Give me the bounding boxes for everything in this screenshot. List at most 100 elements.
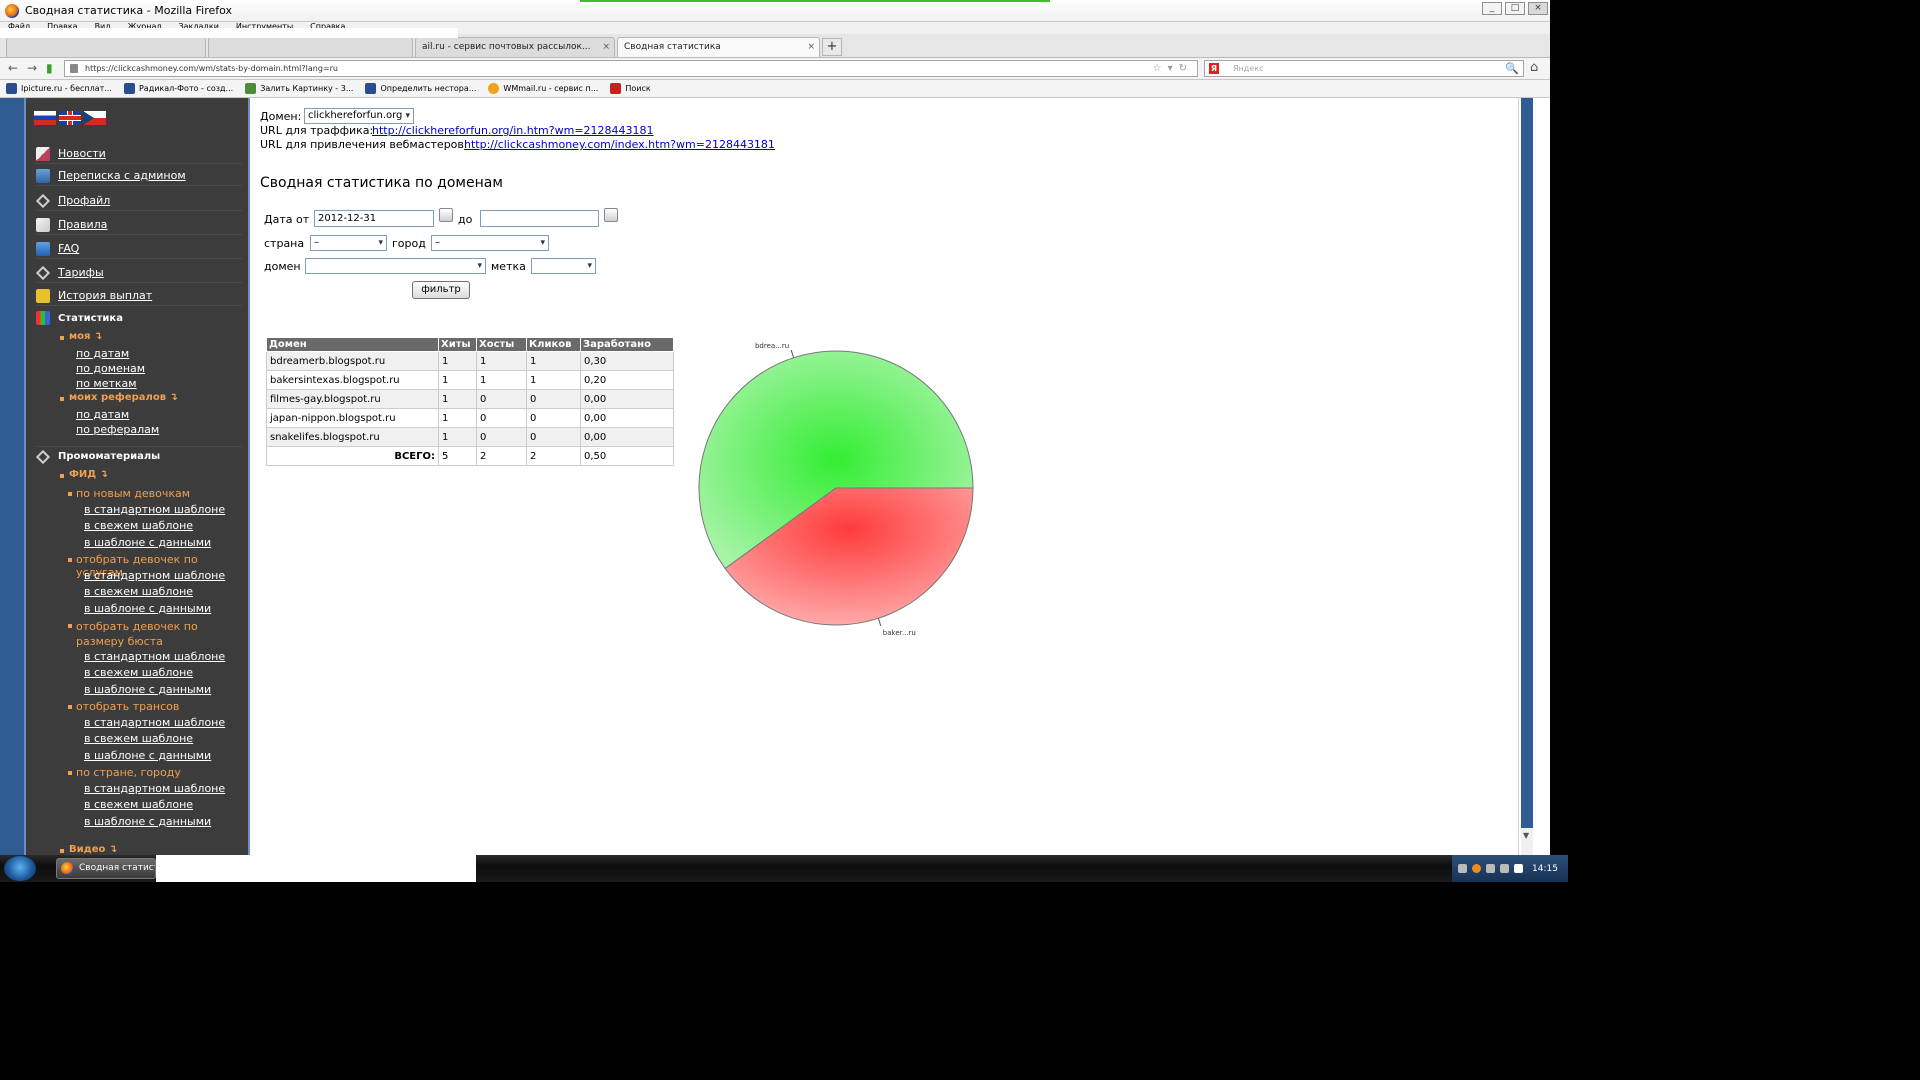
sidebar-link[interactable]: FAQ [58,242,79,255]
tab-2[interactable] [208,37,413,57]
total-label: ВСЕГО: [266,446,439,466]
template-data-link[interactable]: в шаблоне с данными [84,536,211,549]
sidebar-link[interactable]: Профайл [58,194,110,207]
sidebar-item-payout-history[interactable]: История выплат [36,286,242,306]
search-input[interactable]: Я Яндекс 🔍 [1204,60,1524,77]
close-button[interactable]: × [1528,2,1548,15]
bookmark-item[interactable]: WMmail.ru - сервис п... [488,83,598,94]
scroll-down-icon[interactable]: ▼ [1523,831,1529,840]
template-fresh-link[interactable]: в свежем шаблоне [84,732,193,745]
my-by-dates-link[interactable]: по датам [76,347,129,360]
sidebar-item-profile[interactable]: Профайл [35,191,242,211]
bookmark-item[interactable]: Поиск [610,83,651,94]
taskbar-firefox-item[interactable]: Сводная статистика [56,858,156,879]
tab-close-icon[interactable]: × [602,38,610,57]
vk-icon[interactable] [1514,864,1523,873]
stats-my[interactable]: моя ↴ [69,331,102,342]
date-from-input[interactable]: 2012-12-31 [314,210,434,227]
template-standard-link[interactable]: в стандартном шаблоне [84,782,225,795]
template-standard-link[interactable]: в стандартном шаблоне [84,569,225,582]
network-icon[interactable] [1458,864,1467,873]
forward-arrow-icon[interactable]: → [27,61,37,75]
sidebar-link[interactable]: Правила [58,218,107,231]
template-standard-link[interactable]: в стандартном шаблоне [84,650,225,663]
city-select[interactable]: – [431,235,549,251]
template-standard-link[interactable]: в стандартном шаблоне [84,716,225,729]
calendar-icon[interactable] [439,208,453,222]
header-domain[interactable]: Домен [266,337,439,352]
tab-close-icon[interactable]: × [807,38,815,57]
flag-cz-icon[interactable] [84,111,106,125]
new-tab-button[interactable]: + [822,38,842,56]
sidebar-item-news[interactable]: Новости [36,144,242,164]
bookmark-item[interactable]: Радикал-Фото - созд... [123,83,234,94]
country-select[interactable]: – [310,235,387,251]
template-standard-link[interactable]: в стандартном шаблоне [84,503,225,516]
header-hosts[interactable]: Хосты [476,337,527,352]
home-icon[interactable]: ⌂ [1530,60,1538,75]
scrollbar-thumb[interactable] [1521,98,1533,828]
tab-1[interactable] [6,37,206,57]
bookmark-label: Залить Картинку - 3... [260,84,354,93]
firefox-tray-icon[interactable] [1472,864,1481,873]
video-link[interactable]: Видео ↴ [69,844,117,855]
sidebar-link[interactable]: Тарифы [58,266,104,279]
template-fresh-link[interactable]: в свежем шаблоне [84,585,193,598]
sidebar-link[interactable]: Новости [58,147,106,160]
template-data-link[interactable]: в шаблоне с данными [84,815,211,828]
page-scrollbar[interactable]: ▼ [1518,98,1550,855]
volume-icon[interactable] [1486,864,1495,873]
feed-group-title[interactable]: по стране, городу [76,766,181,779]
template-fresh-link[interactable]: в свежем шаблоне [84,519,193,532]
sidebar-item-rules[interactable]: Правила [36,215,242,235]
feed-group-title[interactable]: отобрать трансов [76,700,179,713]
flag-uk-icon[interactable] [59,111,81,125]
url-bar[interactable]: https://clickcashmoney.com/wm/stats-by-d… [64,60,1198,77]
bookmark-item[interactable]: Залить Картинку - 3... [245,83,353,94]
feed-link[interactable]: ФИД ↴ [69,469,108,480]
date-to-input[interactable] [480,210,599,227]
sidebar-item-tariffs[interactable]: Тарифы [35,263,242,283]
minimize-button[interactable]: _ [1482,2,1502,15]
template-data-link[interactable]: в шаблоне с данными [84,749,211,762]
bookmark-label: Радикал-Фото - созд... [138,84,234,93]
yandex-icon[interactable]: Я [1209,63,1219,74]
start-button[interactable] [4,856,36,881]
safely-remove-icon[interactable] [1500,864,1509,873]
template-fresh-link[interactable]: в свежем шаблоне [84,666,193,679]
domain-select[interactable]: clickhereforfun.org [304,108,414,124]
sidebar-link[interactable]: История выплат [58,289,152,302]
header-earned[interactable]: Заработано [580,337,674,352]
tab-3[interactable]: ail.ru - сервис почтовых рассылок... × [415,37,615,57]
sidebar-link[interactable]: Переписка с админом [58,169,186,182]
ref-by-referrals-link[interactable]: по рефералам [76,423,159,436]
feed-group-title[interactable]: отобрать девочек по размеру бюста [76,619,246,649]
filter-button[interactable]: фильтр [412,281,470,299]
sidebar-item-faq[interactable]: FAQ [36,239,242,259]
traffic-url-link[interactable]: http://clickhereforfun.org/in.htm?wm=212… [372,124,654,137]
sidebar-item-messages[interactable]: Переписка с админом [36,166,242,186]
flag-ru-icon[interactable] [34,111,56,125]
header-clicks[interactable]: Кликов [526,337,581,352]
header-hits[interactable]: Хиты [438,337,477,352]
radikal-icon [123,83,135,94]
back-arrow-icon[interactable]: ← [8,61,18,75]
template-data-link[interactable]: в шаблоне с данными [84,683,211,696]
template-data-link[interactable]: в шаблоне с данными [84,602,211,615]
my-by-tags-link[interactable]: по меткам [76,377,137,390]
template-fresh-link[interactable]: в свежем шаблоне [84,798,193,811]
ref-by-dates-link[interactable]: по датам [76,408,129,421]
webmaster-url-link[interactable]: http://clickcashmoney.com/index.htm?wm=2… [464,138,775,151]
calendar-icon[interactable] [604,208,618,222]
search-icon[interactable]: 🔍 [1505,61,1519,76]
feed-group-title[interactable]: по новым девочкам [76,487,190,500]
tab-active[interactable]: Сводная статистика × [617,37,820,57]
bookmark-item[interactable]: Определить нестора... [365,83,476,94]
stats-referrals[interactable]: моих рефералов ↴ [69,392,178,403]
my-by-domains-link[interactable]: по доменам [76,362,145,375]
bookmark-star-icon[interactable]: ☆▾↻ [1153,61,1193,76]
maximize-button[interactable]: □ [1505,2,1525,15]
bookmark-item[interactable]: Ipicture.ru - бесплат... [6,83,112,94]
domain-filter-select[interactable] [305,258,486,274]
tag-select[interactable] [531,258,596,274]
